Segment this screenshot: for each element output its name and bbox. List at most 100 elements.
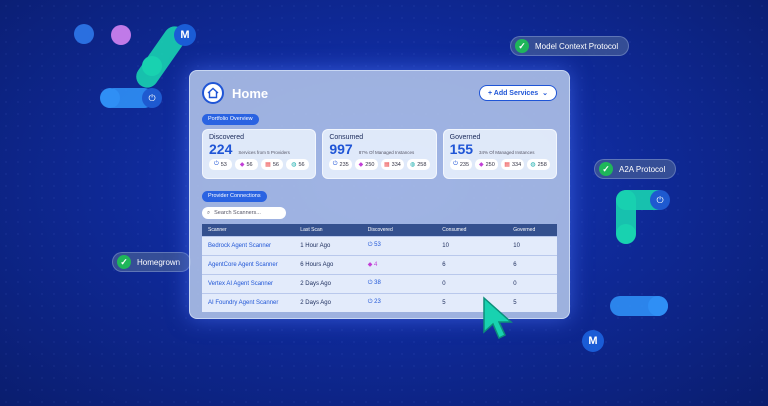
last-scan: 2 Days Ago <box>300 280 331 287</box>
chip-bedrock: ⏻ 235 <box>449 159 473 170</box>
chip-value: 56 <box>298 161 305 168</box>
check-icon: ✓ <box>117 255 131 269</box>
add-services-button[interactable]: + Add Services ⌄ <box>478 85 557 101</box>
mulesoft-icon: M <box>582 330 604 352</box>
page-title: Home <box>202 82 268 104</box>
chip-agentcore: ◆ 56 <box>234 159 258 170</box>
scanner-name[interactable]: AI Foundry Agent Scanner <box>202 293 294 312</box>
chip-bedrock: ⏻ 235 <box>329 159 353 170</box>
consumed-value: 0 <box>442 280 446 287</box>
discovered-cell: ⏻ 23 <box>362 293 437 312</box>
card-sub: 34% Of Managed Instances <box>479 150 535 155</box>
search-icon: ⌕ <box>207 209 211 216</box>
col-last-scan[interactable]: Last Scan <box>294 224 361 236</box>
chip-value: 334 <box>391 161 401 168</box>
col-consumed[interactable]: Consumed <box>436 224 507 236</box>
discovered-cell: ⏻ 53 <box>362 236 437 255</box>
discovered-cell: ◆ 4 <box>362 255 437 274</box>
discovered-value: 4 <box>374 262 378 268</box>
chip-value: 334 <box>511 161 522 168</box>
window-header: Home + Add Services ⌄ <box>202 79 557 107</box>
chip-foundry: ◍ 56 <box>286 159 310 170</box>
chip-vertex: ▦ 56 <box>260 159 284 170</box>
col-governed[interactable]: Governed <box>507 224 557 236</box>
search-placeholder: Search Scanners... <box>214 210 261 216</box>
portfolio-cards: Discovered 224 Services from 5 Providers … <box>202 129 557 179</box>
globe-icon: ◍ <box>530 162 536 168</box>
scanner-name[interactable]: Vertex AI Agent Scanner <box>202 274 294 293</box>
connector-node <box>648 296 668 316</box>
card-governed: Governed 155 34% Of Managed Instances ⏻ 23… <box>442 129 557 179</box>
connector-node <box>616 224 636 244</box>
col-discovered[interactable]: Discovered <box>362 224 437 236</box>
chip-agentcore: ◆ 250 <box>355 159 378 170</box>
card-value: 224 <box>209 141 233 157</box>
chip-value: 250 <box>365 161 375 168</box>
col-scanner[interactable]: Scanner <box>202 224 294 236</box>
globe-icon: ◍ <box>291 162 297 168</box>
consumed-value: 6 <box>442 261 446 268</box>
globe-icon: ◍ <box>410 162 416 168</box>
badge-model-context-protocol: ✓ Model Context Protocol <box>510 36 630 56</box>
chip-agentcore: ◆ 250 <box>475 159 499 170</box>
card-sub: 87% Of Managed Instances <box>358 150 415 155</box>
add-services-label: + Add Services <box>487 89 539 97</box>
badge-a2a-protocol: ✓ A2A Protocol <box>594 159 677 179</box>
check-icon: ✓ <box>515 39 529 53</box>
bedrock-icon: ⏻ <box>367 242 373 248</box>
scanner-name[interactable]: Bedrock Agent Scanner <box>202 236 294 255</box>
bedrock-icon: ⏻ <box>453 161 458 167</box>
table-row[interactable]: Bedrock Agent Scanner 1 Hour Ago ⏻ 53 10… <box>202 236 557 255</box>
chip-value: 56 <box>272 161 279 168</box>
chip-value: 56 <box>246 161 253 168</box>
discovered-value: 23 <box>374 299 381 306</box>
grid-icon: ▦ <box>265 162 271 168</box>
home-window: Home + Add Services ⌄ Portfolio Overview… <box>189 70 570 319</box>
diamond-icon: ◆ <box>239 162 245 168</box>
cursor-icon <box>483 296 513 340</box>
provider-connections-pill: Provider Connections <box>202 191 267 202</box>
grid-icon: ▦ <box>504 162 510 168</box>
chip-value: 250 <box>485 161 495 168</box>
mulesoft-icon: M <box>174 24 196 46</box>
home-icon <box>202 82 224 104</box>
chip-value: 235 <box>459 161 470 168</box>
portfolio-overview-pill: Portfolio Overview <box>202 114 259 125</box>
card-sub: Services from 5 Providers <box>238 150 290 155</box>
chip-foundry: ◍ 258 <box>527 159 550 170</box>
bedrock-icon: ⏻ <box>367 280 373 286</box>
badge-homegrown: ✓ Homegrown <box>112 252 192 272</box>
diamond-icon: ◆ <box>367 262 373 268</box>
card-consumed: Consumed 997 87% Of Managed Instances ⏻ 23… <box>322 129 437 179</box>
diamond-icon: ◆ <box>358 162 364 168</box>
bedrock-icon: ⏻ <box>332 161 338 167</box>
bedrock-icon: ⏻ <box>213 161 219 167</box>
chip-vertex: ▦ 334 <box>380 159 404 170</box>
chip-value: 235 <box>339 161 349 168</box>
card-discovered: Discovered 224 Services from 5 Providers … <box>202 129 317 179</box>
provider-node <box>111 25 131 45</box>
scanner-name[interactable]: AgentCore Agent Scanner <box>202 255 294 274</box>
card-title: Discovered <box>209 134 245 141</box>
chip-foundry: ◍ 258 <box>406 159 430 170</box>
chip-vertex: ▦ 334 <box>501 159 525 170</box>
table-row[interactable]: AgentCore Agent Scanner 6 Hours Ago ◆ 4 … <box>202 255 557 274</box>
connector-node <box>142 56 162 76</box>
card-title: Consumed <box>329 134 364 141</box>
badge-label: Homegrown <box>137 257 181 267</box>
card-value: 155 <box>449 141 474 157</box>
governed-value: 10 <box>513 242 520 249</box>
discovered-cell: ⏻ 38 <box>362 274 437 293</box>
chevron-down-icon: ⌄ <box>542 90 548 97</box>
table-header: Scanner Last Scan Discovered Consumed Go… <box>202 224 557 236</box>
grid-icon: ▦ <box>383 162 390 168</box>
governed-value: 6 <box>513 261 517 268</box>
discovered-value: 53 <box>374 242 381 248</box>
search-input[interactable]: ⌕ Search Scanners... <box>202 207 286 219</box>
card-value: 997 <box>329 141 353 157</box>
diamond-icon: ◆ <box>478 162 484 168</box>
table-row[interactable]: Vertex AI Agent Scanner 2 Days Ago ⏻ 38 … <box>202 274 557 293</box>
salesforce-icon <box>74 24 94 44</box>
chip-value: 258 <box>417 161 427 168</box>
governed-value: 0 <box>513 280 517 287</box>
